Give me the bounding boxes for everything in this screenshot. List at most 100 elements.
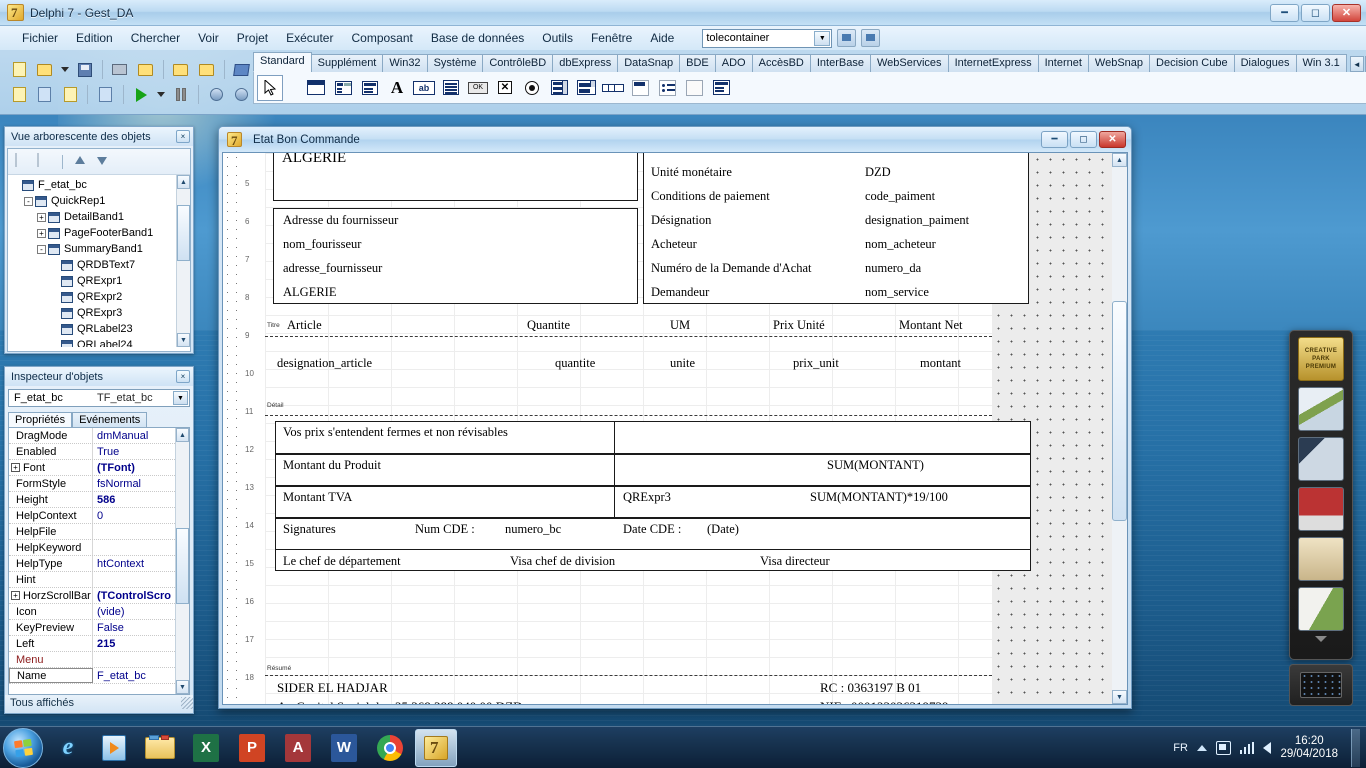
report-page[interactable]: SIDER EL HADJAR ANNABA ALGERIE Adresse d… bbox=[265, 153, 1031, 704]
supplier-label-2[interactable]: adresse_fournisseur bbox=[283, 261, 382, 276]
palette-tab-bde[interactable]: BDE bbox=[679, 54, 716, 72]
property-row[interactable]: HelpFile bbox=[9, 524, 189, 540]
tree-item-detailband1[interactable]: + DetailBand1 bbox=[11, 209, 190, 225]
creative-park-gadget[interactable]: CREATIVE PARK PREMIUM bbox=[1289, 330, 1353, 660]
open-icon[interactable] bbox=[33, 59, 55, 81]
volume-icon[interactable] bbox=[1263, 741, 1272, 754]
supplier-label-0[interactable]: Adresse du fournisseur bbox=[283, 213, 398, 228]
maximize-button[interactable]: ◻ bbox=[1301, 3, 1330, 22]
memo-icon[interactable] bbox=[438, 75, 464, 101]
form-selector-combo[interactable]: tolecontainer ▼ bbox=[702, 28, 833, 48]
scrollbar-thumb[interactable] bbox=[176, 528, 189, 604]
minimize-button[interactable]: ━ bbox=[1270, 3, 1299, 22]
palette-tab-supplement[interactable]: Supplément bbox=[310, 54, 384, 72]
palette-tab-internet[interactable]: Internet bbox=[1037, 54, 1089, 72]
info-value-4[interactable]: numero_da bbox=[865, 261, 921, 276]
menu-voir[interactable]: Voir bbox=[190, 28, 227, 48]
close-icon[interactable]: × bbox=[176, 130, 190, 143]
taskbar-word[interactable]: W bbox=[323, 729, 365, 767]
field-prix-unit[interactable]: prix_unit bbox=[793, 356, 839, 371]
col-header-prix[interactable]: Prix Unité bbox=[773, 318, 825, 333]
palette-tab-standard[interactable]: Standard bbox=[253, 52, 312, 72]
property-row[interactable]: HelpContext 0 bbox=[9, 508, 189, 524]
action-center-icon[interactable] bbox=[1215, 740, 1231, 755]
step-over-icon[interactable] bbox=[231, 84, 253, 106]
resize-grip[interactable] bbox=[181, 697, 193, 709]
menu-projet[interactable]: Projet bbox=[229, 28, 276, 48]
show-desktop-button[interactable] bbox=[1351, 728, 1360, 767]
footer-left-2[interactable]: Au Capital Social de : 25.368.388.040,00… bbox=[277, 699, 523, 704]
add-file-icon[interactable] bbox=[170, 59, 192, 81]
chevron-down-icon[interactable]: ▼ bbox=[814, 30, 831, 46]
tree-item-qrexpr1[interactable]: QRExpr1 bbox=[11, 273, 190, 289]
taskbar-google-chrome[interactable] bbox=[369, 729, 411, 767]
scroll-down-icon[interactable]: ▼ bbox=[1112, 690, 1127, 704]
scrollbar-thumb[interactable] bbox=[177, 205, 190, 261]
info-label-1[interactable]: Conditions de paiement bbox=[651, 189, 770, 204]
object-tree-scrollbar[interactable]: ▲ ▼ bbox=[176, 175, 190, 347]
save-all-icon[interactable] bbox=[109, 59, 131, 81]
radiogroup-icon[interactable] bbox=[654, 75, 680, 101]
collapse-icon[interactable]: - bbox=[37, 244, 46, 254]
col-header-montant[interactable]: Montant Net bbox=[899, 318, 963, 333]
info-label-2[interactable]: Désignation bbox=[651, 213, 711, 228]
info-value-0[interactable]: DZD bbox=[865, 165, 891, 180]
trace-into-icon[interactable] bbox=[205, 84, 227, 106]
designer-close-button[interactable]: ✕ bbox=[1099, 131, 1126, 148]
col-header-um[interactable]: UM bbox=[670, 318, 690, 333]
pointer-icon[interactable] bbox=[257, 74, 283, 101]
scroll-down-icon[interactable]: ▼ bbox=[177, 333, 190, 347]
network-icon[interactable] bbox=[1239, 741, 1255, 754]
palette-tab-systeme[interactable]: Système bbox=[426, 54, 484, 72]
menu-chercher[interactable]: Chercher bbox=[123, 28, 188, 48]
palette-tab-accesbd[interactable]: AccèsBD bbox=[751, 54, 811, 72]
header-address-box[interactable]: SIDER EL HADJAR ANNABA ALGERIE bbox=[273, 153, 638, 201]
tree-item-f_etat_bc[interactable]: F_etat_bc bbox=[11, 177, 190, 193]
palette-tab-win32[interactable]: Win32 bbox=[382, 54, 428, 72]
checkbox-icon[interactable]: ✕ bbox=[492, 75, 518, 101]
field-numero-bc[interactable]: numero_bc bbox=[505, 522, 561, 537]
menu-composant[interactable]: Composant bbox=[343, 28, 420, 48]
photo-frame-icon[interactable] bbox=[1298, 487, 1344, 531]
label-num-cde[interactable]: Num CDE : bbox=[415, 522, 475, 537]
property-row[interactable]: Enabled True bbox=[9, 444, 189, 460]
header-country[interactable]: ALGERIE bbox=[282, 153, 346, 167]
col-header-article[interactable]: Article bbox=[287, 318, 322, 333]
palette-tab-controlebd[interactable]: ContrôleBD bbox=[482, 54, 554, 72]
palette-scroll-left-icon[interactable]: ◄ bbox=[1349, 56, 1364, 72]
field-quantite[interactable]: quantite bbox=[555, 356, 595, 371]
taskbar-excel[interactable]: X bbox=[185, 729, 227, 767]
supplier-label-3[interactable]: ALGERIE bbox=[283, 285, 336, 300]
summary-label-tva[interactable]: Montant TVA bbox=[283, 490, 352, 505]
tree-item-qrlabel24[interactable]: QRLabel24 bbox=[11, 337, 190, 347]
property-row[interactable]: KeyPreview False bbox=[9, 620, 189, 636]
new-icon[interactable] bbox=[8, 59, 30, 81]
photo-layout-icon[interactable] bbox=[1298, 387, 1344, 431]
property-row[interactable]: Menu bbox=[9, 652, 189, 668]
view-unit-icon[interactable] bbox=[861, 29, 881, 47]
creative-park-premium-icon[interactable]: CREATIVE PARK PREMIUM bbox=[1298, 337, 1344, 381]
language-indicator[interactable]: FR bbox=[1173, 742, 1188, 754]
tree-item-qrexpr2[interactable]: QRExpr2 bbox=[11, 289, 190, 305]
menu-outils[interactable]: Outils bbox=[534, 28, 581, 48]
add-to-repository-icon[interactable] bbox=[837, 29, 857, 47]
palette-tab-dbexpress[interactable]: dbExpress bbox=[552, 54, 619, 72]
toggle-form-unit-icon[interactable] bbox=[33, 84, 55, 106]
unit-form-icon[interactable] bbox=[59, 84, 81, 106]
combobox-icon[interactable] bbox=[573, 75, 599, 101]
tree-item-quickrep1[interactable]: - QuickRep1 bbox=[11, 193, 190, 209]
palette-tab-win31[interactable]: Win 3.1 bbox=[1295, 54, 1347, 72]
chevron-down-icon[interactable]: ▼ bbox=[173, 391, 188, 405]
expand-icon[interactable]: + bbox=[37, 212, 46, 222]
palette-tab-dialogues[interactable]: Dialogues bbox=[1233, 54, 1297, 72]
field-unite[interactable]: unite bbox=[670, 356, 695, 371]
palette-tab-datasnap[interactable]: DataSnap bbox=[617, 54, 681, 72]
radiobutton-icon[interactable] bbox=[519, 75, 545, 101]
tab-evenements[interactable]: Evénements bbox=[72, 412, 148, 427]
tree-item-qrexpr3[interactable]: QRExpr3 bbox=[11, 305, 190, 321]
frames-icon[interactable] bbox=[303, 75, 329, 101]
property-row[interactable]: Icon (vide) bbox=[9, 604, 189, 620]
info-label-0[interactable]: Unité monétaire bbox=[651, 165, 732, 180]
info-label-3[interactable]: Acheteur bbox=[651, 237, 697, 252]
summary-note[interactable]: Vos prix s'entendent fermes et non révis… bbox=[283, 425, 508, 440]
